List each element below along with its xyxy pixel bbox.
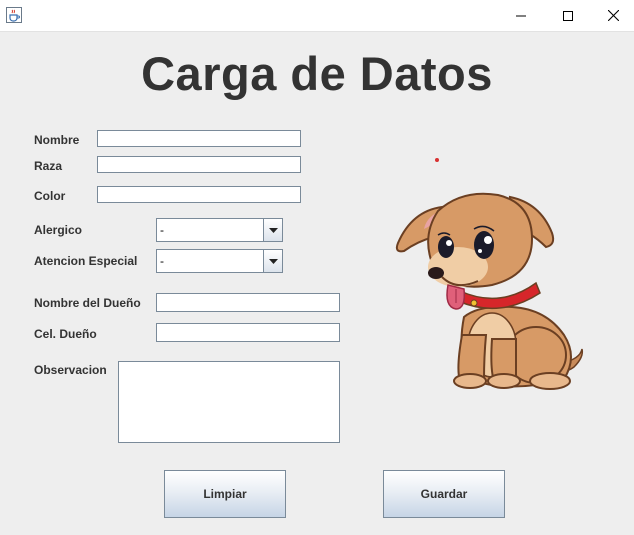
minimize-icon (516, 15, 526, 16)
red-dot (435, 158, 439, 162)
cel-dueno-label: Cel. Dueño (34, 327, 97, 341)
maximize-icon (563, 10, 573, 21)
alergico-label: Alergico (34, 223, 83, 237)
chevron-down-icon[interactable] (263, 250, 282, 272)
atencion-especial-select[interactable]: - (156, 249, 283, 273)
observacion-label: Observacion (34, 363, 107, 377)
alergico-selected-value: - (160, 223, 164, 237)
limpiar-button[interactable]: Limpiar (164, 470, 286, 518)
chevron-down-icon[interactable] (263, 219, 282, 241)
page-title: Carga de Datos (141, 47, 493, 100)
raza-field[interactable] (97, 156, 301, 173)
color-label: Color (34, 189, 66, 203)
observacion-textarea[interactable] (118, 361, 340, 443)
raza-label: Raza (34, 159, 63, 173)
nombre-dueno-field[interactable] (156, 293, 340, 312)
minimize-button[interactable] (498, 0, 544, 31)
alergico-select[interactable]: - (156, 218, 283, 242)
color-field[interactable] (97, 186, 301, 203)
nombre-field[interactable] (97, 130, 301, 147)
cel-dueno-field[interactable] (156, 323, 340, 342)
close-icon (607, 10, 619, 21)
window-titlebar[interactable] (0, 0, 634, 32)
atencion-selected-value: - (160, 254, 164, 268)
maximize-button[interactable] (545, 0, 591, 31)
guardar-button[interactable]: Guardar (383, 470, 505, 518)
cartoon-puppy-image (395, 192, 584, 390)
nombre-label: Nombre (34, 133, 80, 147)
java-cup-icon (6, 7, 22, 23)
atencion-especial-label: Atencion Especial (34, 254, 138, 268)
nombre-dueno-label: Nombre del Dueño (34, 296, 141, 310)
close-button[interactable] (590, 0, 634, 31)
